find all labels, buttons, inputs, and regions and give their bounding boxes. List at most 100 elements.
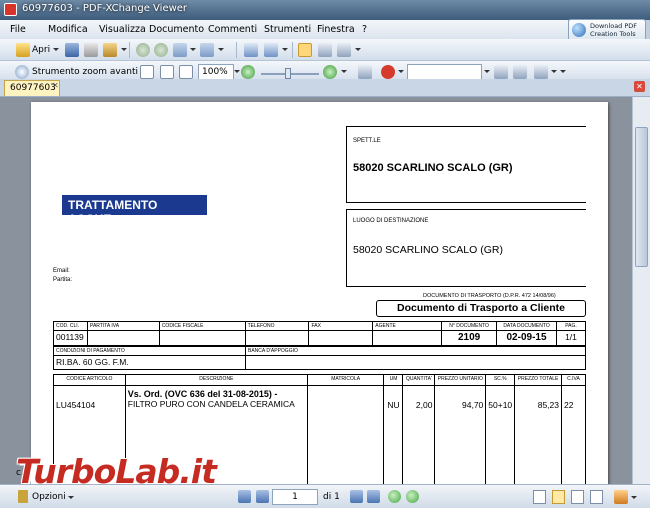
tab-close-icon[interactable]: ✕: [52, 81, 59, 90]
menu-bar: File Modifica Visualizza Documento Comme…: [0, 20, 568, 39]
actual-size-icon[interactable]: [140, 65, 154, 79]
zoom-level-input[interactable]: 100%: [198, 64, 234, 80]
open-button-label[interactable]: Apri: [32, 45, 50, 55]
email-icon[interactable]: [103, 43, 117, 57]
undo-icon[interactable]: [173, 43, 187, 57]
tool-icon[interactable]: [614, 490, 628, 504]
item-serial: [306, 385, 385, 484]
paste-dropdown-arrow[interactable]: [282, 48, 288, 51]
tools-dropdown-arrow[interactable]: [551, 70, 557, 73]
header-label: COD. CLI.: [53, 321, 88, 331]
forward-icon[interactable]: [154, 43, 168, 57]
fit-page-icon[interactable]: [160, 65, 174, 79]
find-next-icon[interactable]: [513, 65, 527, 79]
continuous-view-icon[interactable]: [552, 490, 565, 504]
menu-finestra[interactable]: Finestra: [317, 24, 355, 35]
item-unit-price: 94,70: [434, 385, 487, 484]
zoom-out-icon[interactable]: [241, 65, 255, 79]
header-table: COD. CLI. PARTITA IVA CODICE FISCALE TEL…: [53, 321, 587, 346]
redo-dropdown-arrow[interactable]: [218, 48, 224, 51]
facing-view-icon[interactable]: [571, 490, 584, 504]
window-title: 60977603 - PDF-XChange Viewer: [22, 3, 188, 14]
spell-check-icon[interactable]: [381, 65, 395, 79]
menu-modifica[interactable]: Modifica: [48, 24, 88, 35]
column-header: QUANTITA': [402, 374, 436, 386]
spell-dropdown-arrow[interactable]: [398, 70, 404, 73]
agent: [372, 330, 443, 346]
menu-strumenti[interactable]: Strumenti: [264, 24, 311, 35]
zoom-slider-thumb[interactable]: [285, 68, 291, 79]
redo-icon[interactable]: [200, 43, 214, 57]
document-viewport[interactable]: TRATTAMENTO ACQUE Email: Partita: SPETT.…: [0, 97, 632, 484]
tools-icon[interactable]: [534, 65, 548, 79]
continuous-facing-view-icon[interactable]: [590, 490, 603, 504]
toolbar-overflow-arrow[interactable]: [560, 70, 566, 73]
column-header: MATRICOLA: [306, 374, 385, 386]
open-dropdown-arrow[interactable]: [53, 48, 59, 51]
item-discount: 50+10: [485, 385, 516, 484]
globe-icon: [572, 23, 586, 37]
email-dropdown-arrow[interactable]: [121, 48, 127, 51]
next-page-icon[interactable]: [350, 490, 363, 503]
promo-line-2: Creation Tools: [590, 30, 636, 38]
hand-tool-icon[interactable]: [298, 43, 312, 57]
select-text-icon[interactable]: [318, 43, 332, 57]
page-total: di 1: [323, 492, 340, 502]
download-pdf-tools-button[interactable]: Download PDF Creation Tools: [568, 19, 646, 41]
back-icon[interactable]: [136, 43, 150, 57]
zoom-in-icon[interactable]: [323, 65, 337, 79]
single-page-view-icon[interactable]: [533, 490, 546, 504]
menu-help[interactable]: ?: [362, 24, 367, 35]
item-total: 85,23: [514, 385, 562, 484]
close-document-icon[interactable]: ✕: [634, 81, 645, 92]
search-binoculars-icon[interactable]: [358, 65, 372, 79]
previous-page-icon[interactable]: [256, 490, 269, 503]
promo-line-1: Download PDF: [590, 22, 638, 30]
options-icon[interactable]: [18, 490, 28, 503]
options-dropdown-arrow[interactable]: [68, 496, 74, 499]
column-header: PREZZO TOTALE: [514, 374, 562, 386]
recipient-label: SPETT.LE: [353, 138, 381, 144]
history-back-icon[interactable]: [388, 490, 401, 503]
scrollbar-thumb[interactable]: [635, 127, 648, 267]
last-page-icon[interactable]: [367, 490, 380, 503]
history-forward-icon[interactable]: [406, 490, 419, 503]
zoom-tool-label[interactable]: Strumento zoom avanti: [32, 67, 138, 77]
search-dropdown-arrow[interactable]: [484, 70, 490, 73]
options-button[interactable]: Opzioni: [32, 492, 66, 502]
menu-file[interactable]: File: [10, 24, 26, 35]
print-icon[interactable]: [84, 43, 98, 57]
zoom-dropdown-arrow[interactable]: [234, 70, 240, 73]
document-tabs: 60977603: [0, 79, 650, 97]
search-input[interactable]: [407, 64, 482, 80]
find-icon[interactable]: [494, 65, 508, 79]
bank-value: [245, 355, 586, 370]
save-icon[interactable]: [65, 43, 79, 57]
menu-commenti[interactable]: Commenti: [208, 24, 257, 35]
paste-pages-icon[interactable]: [264, 43, 278, 57]
item-vat: 22: [561, 385, 586, 484]
page-count: 1/1: [555, 330, 587, 346]
header-label: CODICE FISCALE: [158, 321, 246, 331]
snapshot-dropdown-arrow[interactable]: [355, 48, 361, 51]
ddt-note: DOCUMENTO DI TRASPORTO (D.P.R. 472 14/08…: [423, 293, 556, 299]
first-page-icon[interactable]: [238, 490, 251, 503]
open-folder-icon[interactable]: [16, 43, 30, 57]
menu-documento[interactable]: Documento: [149, 24, 204, 35]
statusbar-dropdown-arrow[interactable]: [631, 496, 637, 499]
header-label: DATA DOCUMENTO: [496, 321, 557, 331]
vertical-scrollbar[interactable]: [632, 97, 650, 484]
snapshot-icon[interactable]: [337, 43, 351, 57]
fit-width-icon[interactable]: [179, 65, 193, 79]
zoom-in-tool-icon[interactable]: [15, 65, 29, 79]
partita-label: Partita:: [53, 277, 73, 283]
page-number-input[interactable]: 1: [272, 489, 318, 505]
vat-number: [86, 330, 160, 346]
zoom-in-dropdown-arrow[interactable]: [341, 70, 347, 73]
item-description-line-2: FILTRO PURO CON CANDELA CERAMICA: [127, 399, 295, 409]
column-header: PREZZO UNITARIO: [434, 374, 487, 386]
menu-visualizza[interactable]: Visualizza: [99, 24, 146, 35]
undo-dropdown-arrow[interactable]: [190, 48, 196, 51]
copy-pages-icon[interactable]: [244, 43, 258, 57]
column-header: UM: [383, 374, 404, 386]
